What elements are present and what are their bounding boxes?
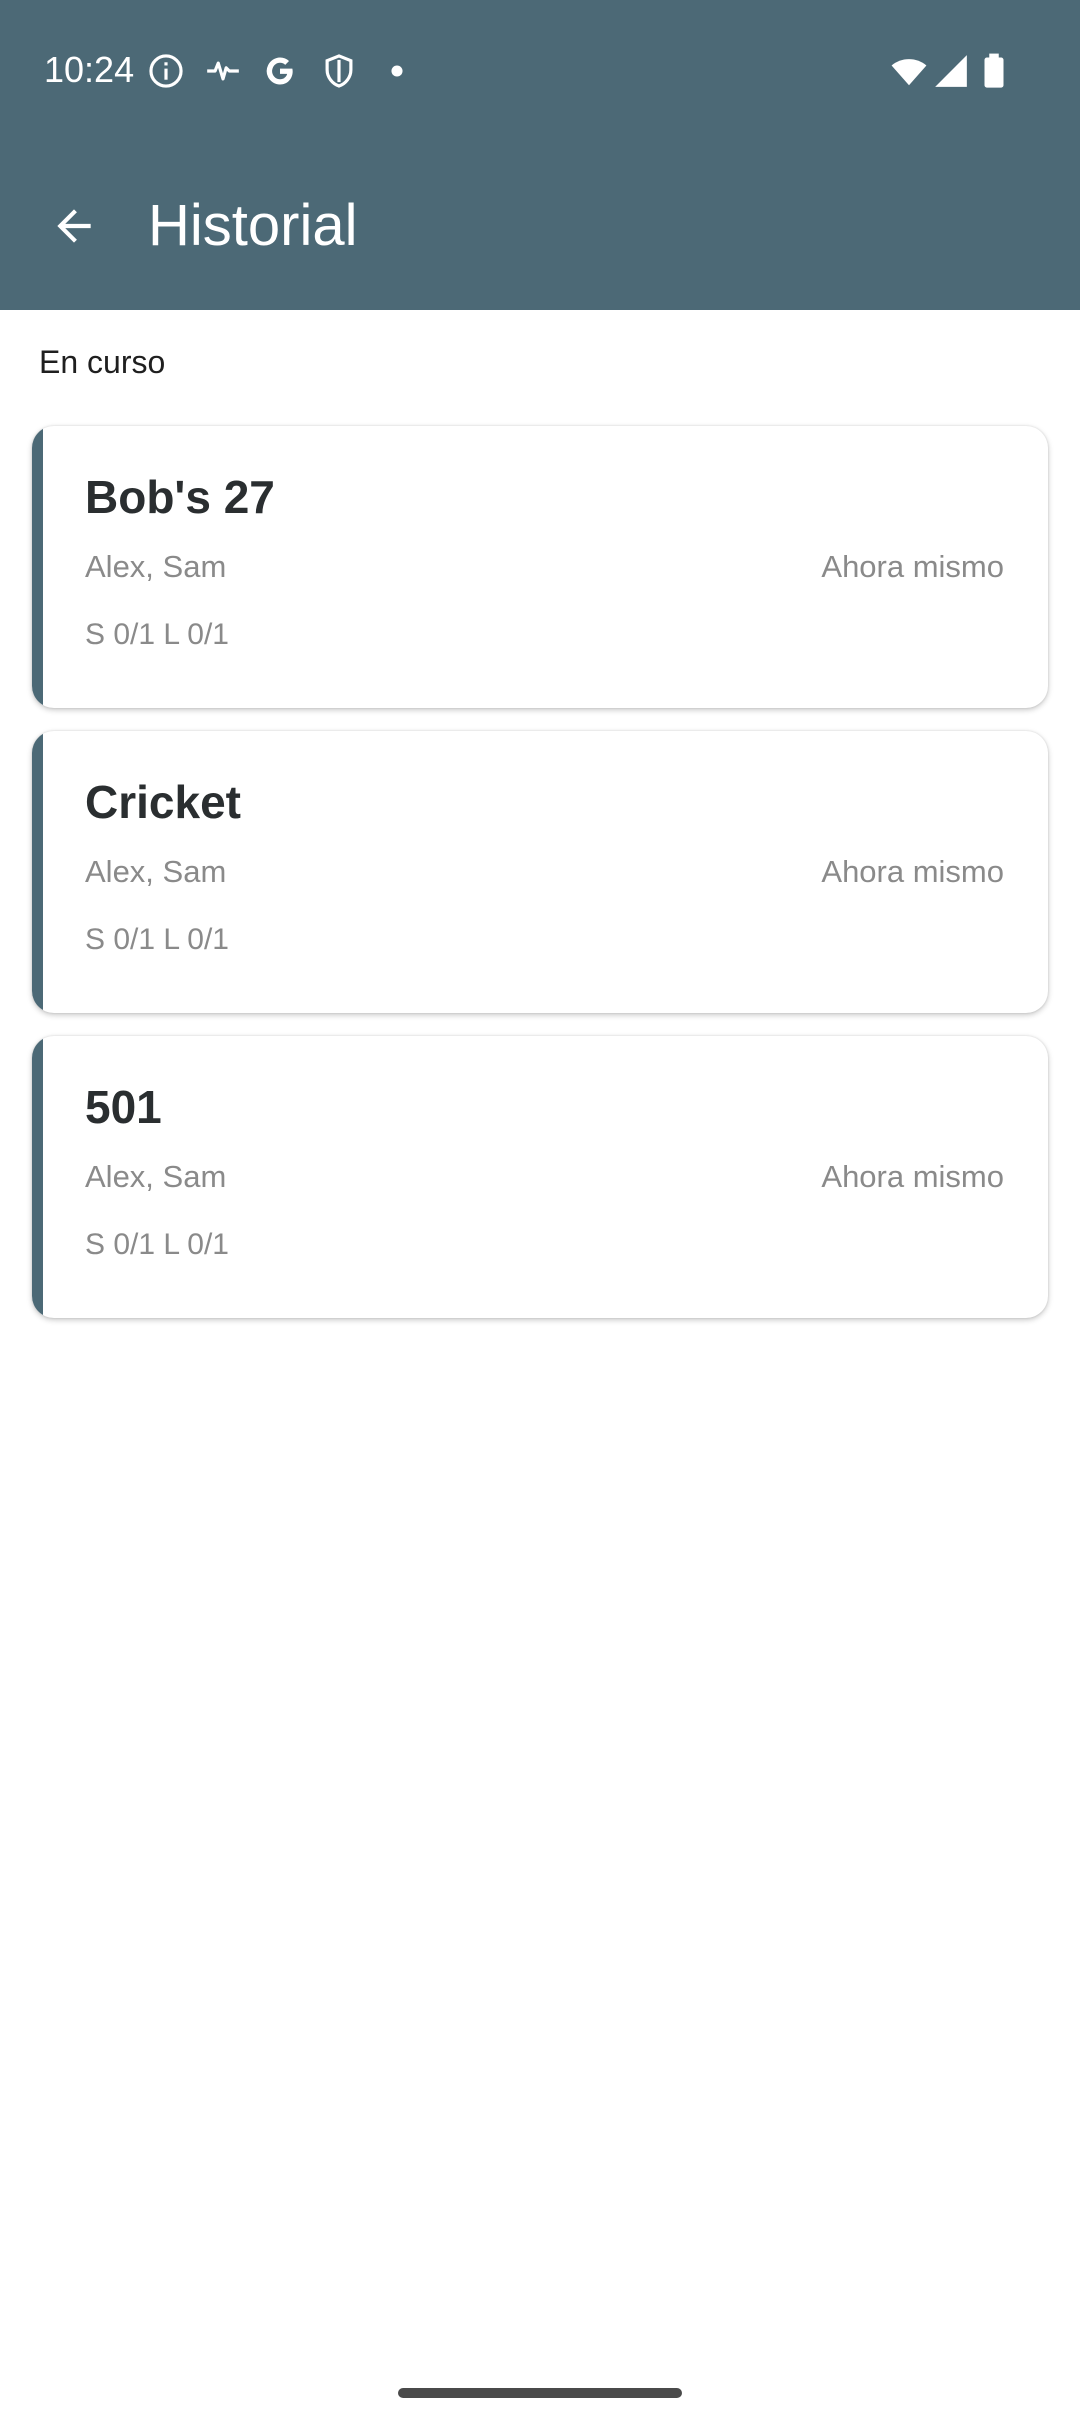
game-title: 501 xyxy=(85,1081,162,1133)
game-players: Alex, Sam xyxy=(85,854,227,889)
wifi-icon xyxy=(888,52,930,90)
back-button[interactable] xyxy=(30,186,118,266)
game-score: S 0/1 L 0/1 xyxy=(85,1228,229,1261)
game-list: Bob's 27 Alex, Sam Ahora mismo S 0/1 L 0… xyxy=(32,426,1048,1341)
game-card[interactable]: 501 Alex, Sam Ahora mismo S 0/1 L 0/1 xyxy=(32,1036,1048,1318)
card-accent-bar xyxy=(32,731,43,1013)
status-bar: 10:24 xyxy=(0,0,1080,140)
game-score: S 0/1 L 0/1 xyxy=(85,923,229,956)
game-time: Ahora mismo xyxy=(821,854,1004,889)
game-score: S 0/1 L 0/1 xyxy=(85,618,229,651)
game-players: Alex, Sam xyxy=(85,1159,227,1194)
status-time: 10:24 xyxy=(44,49,135,90)
app-bar: 10:24 Historial xyxy=(0,0,1080,310)
game-time: Ahora mismo xyxy=(821,1159,1004,1194)
section-header: En curso xyxy=(39,344,166,380)
google-g-icon xyxy=(261,52,299,90)
page-title: Historial xyxy=(148,193,358,258)
game-card[interactable]: Cricket Alex, Sam Ahora mismo S 0/1 L 0/… xyxy=(32,731,1048,1013)
shield-icon xyxy=(320,52,358,90)
game-card[interactable]: Bob's 27 Alex, Sam Ahora mismo S 0/1 L 0… xyxy=(32,426,1048,708)
activity-pulse-icon xyxy=(204,52,242,90)
card-accent-bar xyxy=(32,426,43,708)
cellular-signal-icon xyxy=(932,52,970,90)
card-accent-bar xyxy=(32,1036,43,1318)
dot-icon xyxy=(378,52,416,90)
arrow-back-icon xyxy=(57,209,91,243)
game-players: Alex, Sam xyxy=(85,549,227,584)
info-icon xyxy=(147,52,185,90)
battery-icon xyxy=(978,52,1010,90)
game-title: Bob's 27 xyxy=(85,471,275,523)
game-time: Ahora mismo xyxy=(821,549,1004,584)
gesture-nav-handle[interactable] xyxy=(398,2388,682,2398)
game-title: Cricket xyxy=(85,776,241,828)
